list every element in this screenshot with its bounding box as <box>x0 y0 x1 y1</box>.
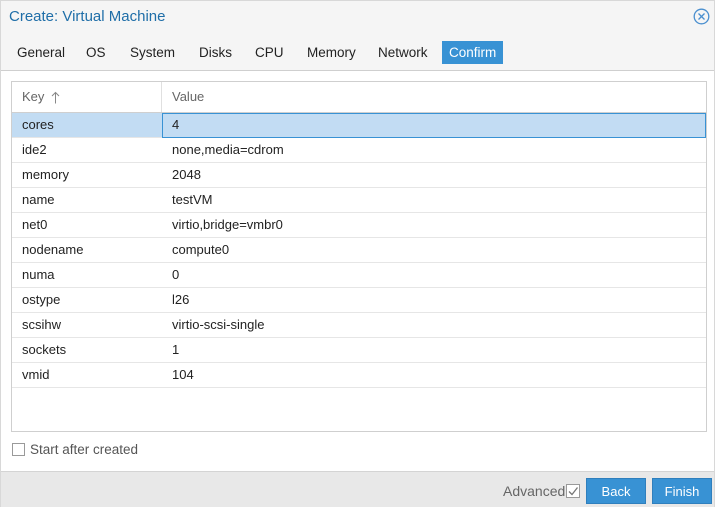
row-key: ostype <box>22 292 61 307</box>
dialog-titlebar: Create: Virtual Machine <box>1 1 714 34</box>
arrow-up-icon <box>51 91 60 104</box>
table-row[interactable]: memory 2048 <box>12 163 706 188</box>
tab-system[interactable]: System <box>123 41 182 64</box>
start-after-created-checkbox[interactable] <box>12 443 25 456</box>
grid-header: Key Value <box>12 82 706 113</box>
column-header-value[interactable]: Value <box>162 82 707 112</box>
table-row[interactable]: ide2 none,media=cdrom <box>12 138 706 163</box>
dialog-title: Create: Virtual Machine <box>9 8 166 25</box>
row-value: 104 <box>172 367 194 382</box>
row-value: virtio-scsi-single <box>172 317 265 332</box>
create-vm-dialog: Create: Virtual Machine General OS Syste… <box>0 0 715 507</box>
table-row[interactable]: nodename compute0 <box>12 238 706 263</box>
row-key: memory <box>22 167 69 182</box>
close-icon[interactable] <box>693 8 710 25</box>
row-key: nodename <box>22 242 84 257</box>
tab-confirm[interactable]: Confirm <box>442 41 504 64</box>
table-row[interactable]: vmid 104 <box>12 363 706 388</box>
row-key: name <box>22 192 55 207</box>
tab-memory[interactable]: Memory <box>300 41 363 64</box>
row-key: net0 <box>22 217 48 232</box>
row-value: testVM <box>172 192 213 207</box>
row-value: 1 <box>172 342 180 357</box>
grid-rows: cores 4 ide2 none,media=cdrom memory 204… <box>12 113 706 388</box>
advanced-checkbox[interactable] <box>566 484 580 498</box>
row-key: vmid <box>22 367 50 382</box>
start-after-created-label: Start after created <box>30 442 139 457</box>
advanced-label: Advanced <box>503 483 566 499</box>
row-value: 0 <box>172 267 180 282</box>
row-key: ide2 <box>22 142 47 157</box>
wizard-tabs: General OS System Disks CPU Memory Netwo… <box>1 34 714 71</box>
row-key: sockets <box>22 342 67 357</box>
tab-disks[interactable]: Disks <box>192 41 239 64</box>
row-value: 4 <box>172 117 180 132</box>
row-key: cores <box>22 117 54 132</box>
tab-network[interactable]: Network <box>371 41 435 64</box>
table-row[interactable]: sockets 1 <box>12 338 706 363</box>
row-value: none,media=cdrom <box>172 142 284 157</box>
column-header-key[interactable]: Key <box>12 82 162 112</box>
tab-os[interactable]: OS <box>79 41 113 64</box>
dialog-footer: Advanced Back Finish <box>1 471 714 507</box>
finish-button[interactable]: Finish <box>652 478 712 504</box>
table-row[interactable]: scsihw virtio-scsi-single <box>12 313 706 338</box>
table-row[interactable]: net0 virtio,bridge=vmbr0 <box>12 213 706 238</box>
row-key: numa <box>22 267 55 282</box>
summary-grid: Key Value cores 4 ide2 none,media=cdrom … <box>11 81 707 432</box>
tab-cpu[interactable]: CPU <box>248 41 291 64</box>
back-button[interactable]: Back <box>586 478 646 504</box>
table-row[interactable]: name testVM <box>12 188 706 213</box>
row-value: l26 <box>172 292 190 307</box>
tab-general[interactable]: General <box>10 41 72 64</box>
column-header-key-label: Key <box>22 89 45 104</box>
row-key: scsihw <box>22 317 62 332</box>
table-row[interactable]: ostype l26 <box>12 288 706 313</box>
row-value: compute0 <box>172 242 230 257</box>
row-value: 2048 <box>172 167 201 182</box>
table-row[interactable]: numa 0 <box>12 263 706 288</box>
row-value: virtio,bridge=vmbr0 <box>172 217 283 232</box>
table-row[interactable]: cores 4 <box>12 113 706 138</box>
